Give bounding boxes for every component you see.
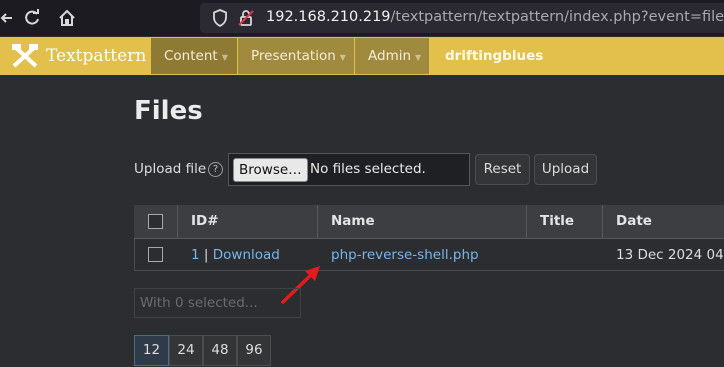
column-header-id[interactable]: ID#: [191, 213, 219, 229]
column-header-name[interactable]: Name: [331, 213, 375, 229]
page-size-24[interactable]: 24: [169, 335, 203, 366]
current-user[interactable]: driftingblues: [445, 38, 543, 74]
bulk-action-select[interactable]: With 0 selected...: [134, 288, 301, 318]
help-icon[interactable]: ?: [208, 162, 223, 177]
column-divider: [317, 205, 318, 238]
row-checkbox[interactable]: [148, 247, 163, 262]
file-date: 13 Dec 2024 04:: [616, 247, 724, 263]
column-header-title[interactable]: Title: [540, 213, 574, 229]
page-title: Files: [134, 96, 203, 126]
tab-presentation-label: Presentation: [251, 48, 336, 64]
chevron-down-icon: ▼: [339, 53, 346, 62]
file-id-link[interactable]: 1: [191, 247, 200, 263]
column-header-date[interactable]: Date: [616, 213, 652, 229]
url-host: 192.168.210.219: [266, 9, 391, 25]
home-icon[interactable]: [57, 8, 77, 28]
column-divider: [526, 205, 527, 238]
row-divider: [134, 238, 724, 239]
download-link[interactable]: Download: [213, 247, 280, 263]
tab-admin-label: Admin: [368, 48, 412, 64]
tab-admin[interactable]: Admin ▼: [355, 38, 429, 74]
file-name-link[interactable]: php-reverse-shell.php: [331, 247, 479, 263]
tab-content-label: Content: [164, 48, 218, 64]
chevron-down-icon: ▼: [221, 53, 228, 62]
back-arrow-icon[interactable]: [0, 8, 12, 28]
table-row-id: 1 | Download: [191, 247, 280, 263]
hammer-icon: [12, 44, 38, 68]
column-divider: [177, 205, 178, 238]
page-size-12[interactable]: 12: [134, 335, 169, 366]
upload-button[interactable]: Upload: [534, 154, 597, 185]
page-size-48[interactable]: 48: [203, 335, 237, 366]
shield-icon[interactable]: [210, 8, 230, 28]
upload-file-label: Upload file: [134, 161, 207, 177]
url-path: /textpattern/textpattern/index.php?event…: [390, 9, 724, 25]
file-status: No files selected.: [310, 161, 426, 177]
page-size-96[interactable]: 96: [237, 335, 271, 366]
chevron-down-icon: ▼: [415, 53, 422, 62]
tab-presentation[interactable]: Presentation ▼: [238, 38, 354, 74]
reload-icon[interactable]: [22, 8, 42, 28]
insecure-lock-icon[interactable]: [236, 8, 256, 28]
select-all-checkbox[interactable]: [148, 214, 163, 229]
url-text[interactable]: 192.168.210.219/textpattern/textpattern/…: [266, 9, 724, 25]
brand-name[interactable]: Textpattern: [46, 46, 146, 66]
id-separator: |: [203, 247, 209, 263]
column-divider: [602, 205, 603, 238]
tab-content[interactable]: Content ▼: [151, 38, 237, 74]
browse-button[interactable]: Browse…: [233, 158, 308, 182]
reset-button[interactable]: Reset: [475, 154, 530, 185]
